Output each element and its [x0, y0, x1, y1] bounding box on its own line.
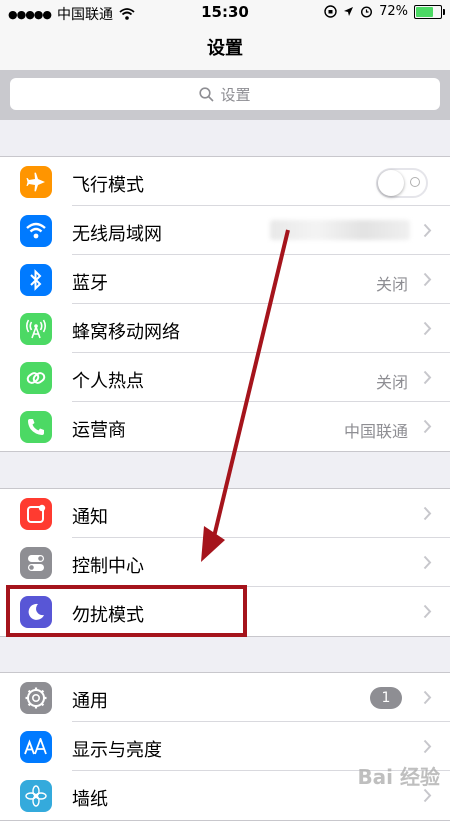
- battery-percentage: 72%: [379, 4, 408, 19]
- toggle-off-indicator-icon: [410, 177, 420, 187]
- row-label: 个人热点: [72, 371, 144, 392]
- row-value: 中国联通: [343, 422, 408, 441]
- settings-row-notifications[interactable]: 通知: [0, 489, 450, 538]
- row-label: 飞行模式: [72, 175, 144, 196]
- settings-row-control-center[interactable]: 控制中心: [0, 538, 450, 587]
- row-label: 蜂窝移动网络: [72, 322, 180, 343]
- location-arrow-icon: [344, 7, 354, 16]
- hotspot-chain-icon: [20, 362, 52, 394]
- settings-row-personal-hotspot[interactable]: 个人热点 关闭: [0, 353, 450, 402]
- row-label: 显示与亮度: [72, 740, 162, 761]
- row-label: 运营商: [72, 420, 126, 441]
- settings-row-airplane-mode: 飞行模式: [0, 157, 450, 206]
- search-input[interactable]: 设置: [10, 78, 440, 110]
- navigation-bar: 设置: [0, 26, 450, 70]
- phone-icon: [20, 411, 52, 443]
- notification-icon: [20, 498, 52, 530]
- airplane-mode-toggle[interactable]: [376, 168, 428, 198]
- cellular-antenna-icon: [20, 313, 52, 345]
- watermark: Bai 经验: [357, 765, 440, 789]
- wifi-icon: [20, 215, 52, 247]
- toggle-knob: [378, 170, 404, 196]
- settings-row-carrier[interactable]: 运营商 中国联通: [0, 402, 450, 451]
- row-label: 通知: [72, 507, 108, 528]
- gear-icon: [20, 682, 52, 714]
- wallpaper-flower-icon: [20, 780, 52, 812]
- rotation-lock-icon: [324, 5, 337, 18]
- row-label: 墙纸: [72, 789, 108, 810]
- control-center-icon: [20, 547, 52, 579]
- row-label: 无线局域网: [72, 224, 162, 245]
- settings-row-general[interactable]: 通用 1: [0, 673, 450, 722]
- chevron-right-icon: [423, 604, 432, 619]
- alarm-clock-icon: [361, 6, 373, 18]
- row-label: 通用: [72, 691, 108, 712]
- airplane-icon: [20, 166, 52, 198]
- settings-row-bluetooth[interactable]: 蓝牙 关闭: [0, 255, 450, 304]
- chevron-right-icon: [423, 419, 432, 434]
- status-right: 72%: [324, 4, 445, 19]
- chevron-right-icon: [423, 506, 432, 521]
- settings-group-connectivity: 飞行模式 无线局域网 蓝牙 关闭 蜂窝移动网络 个人热点 关闭 运营商 中国联通: [0, 156, 450, 452]
- chevron-right-icon: [423, 555, 432, 570]
- row-value: 关闭: [375, 275, 408, 294]
- chevron-right-icon: [423, 739, 432, 754]
- settings-row-cellular[interactable]: 蜂窝移动网络: [0, 304, 450, 353]
- blurred-network-name: [270, 220, 410, 240]
- chevron-right-icon: [423, 321, 432, 336]
- row-label: 控制中心: [72, 556, 144, 577]
- display-aa-icon: [20, 731, 52, 763]
- chevron-right-icon: [423, 690, 432, 705]
- page-title: 设置: [207, 38, 243, 59]
- search-area: 设置: [0, 70, 450, 120]
- search-placeholder: 设置: [220, 85, 251, 104]
- chevron-right-icon: [423, 788, 432, 803]
- chevron-right-icon: [423, 223, 432, 238]
- chevron-right-icon: [423, 272, 432, 287]
- settings-row-wlan[interactable]: 无线局域网: [0, 206, 450, 255]
- annotation-highlight-box: [6, 585, 247, 637]
- update-count-badge: 1: [370, 687, 402, 709]
- row-label: 蓝牙: [72, 273, 108, 294]
- settings-group-general: 通用 1 显示与亮度 墙纸: [0, 672, 450, 821]
- battery-icon: [414, 4, 445, 19]
- status-bar: ●●●●● 中国联通 15:30 72%: [0, 0, 450, 26]
- bluetooth-icon: [20, 264, 52, 296]
- search-icon: [199, 86, 215, 102]
- chevron-right-icon: [423, 370, 432, 385]
- row-value: 关闭: [375, 373, 408, 392]
